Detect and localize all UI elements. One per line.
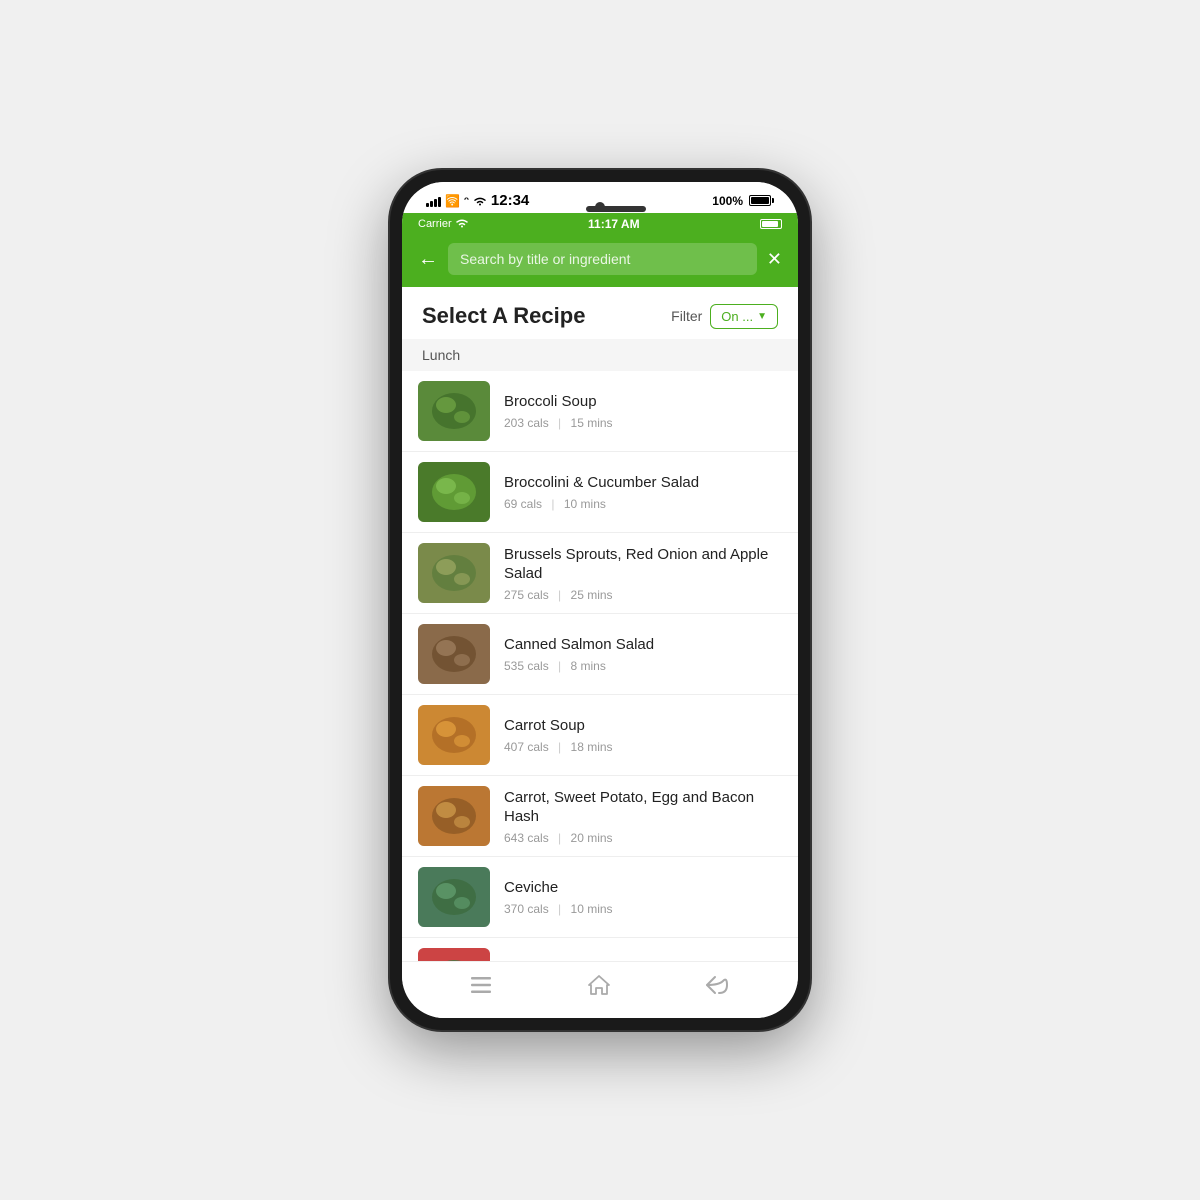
recipe-thumbnail (418, 705, 490, 765)
list-item[interactable]: Canned Salmon Salad 535 cals | 8 mins (402, 614, 798, 695)
recipe-time: 15 mins (571, 416, 613, 430)
meta-separator: | (558, 416, 561, 430)
page-title: Select A Recipe (422, 303, 585, 329)
recipe-name: Carrot Soup (504, 716, 782, 736)
recipe-meta: 370 cals | 10 mins (504, 902, 782, 916)
recipe-time: 18 mins (571, 740, 613, 754)
carrier-status-bar: Carrier 11:17 AM (402, 213, 798, 235)
green-battery-icon (760, 219, 782, 229)
recipe-cals: 203 cals (504, 416, 549, 430)
meta-separator: | (558, 588, 561, 602)
clear-search-button[interactable]: ✕ (767, 249, 782, 270)
recipe-meta: 407 cals | 18 mins (504, 740, 782, 754)
recipe-time: 20 mins (571, 831, 613, 845)
battery-percent: 100% (712, 194, 743, 208)
recipe-time: 10 mins (564, 497, 606, 511)
recipe-list: Broccoli Soup 203 cals | 15 mins Broccol… (402, 371, 798, 961)
recipe-name: Ceviche (504, 878, 782, 898)
carrier-battery (760, 219, 782, 229)
filter-value: On ... (721, 309, 753, 324)
bottom-nav (402, 961, 798, 1018)
recipe-cals: 69 cals (504, 497, 542, 511)
filter-area: Filter On ... ▼ (671, 304, 778, 329)
list-item[interactable]: Carrot Soup 407 cals | 18 mins (402, 695, 798, 776)
recipe-time: 10 mins (571, 902, 613, 916)
meta-separator: | (558, 831, 561, 845)
status-left: 🛜 ᵔ 12:34 (426, 192, 529, 209)
list-item[interactable]: Broccolini & Cucumber Salad 69 cals | 10… (402, 452, 798, 533)
recipe-info: Broccolini & Cucumber Salad 69 cals | 10… (504, 473, 782, 511)
battery-icon (749, 195, 774, 206)
recipe-thumbnail (418, 543, 490, 603)
recipe-thumbnail (418, 381, 490, 441)
recipe-time: 8 mins (571, 659, 606, 673)
wifi-icon: 🛜 (445, 194, 460, 208)
phone-screen: 🛜 ᵔ 12:34 100% (402, 182, 798, 1018)
filter-button[interactable]: On ... ▼ (710, 304, 778, 329)
menu-nav-icon[interactable] (469, 975, 493, 1001)
carrier-time: 11:17 AM (588, 217, 640, 231)
recipe-cals: 643 cals (504, 831, 549, 845)
recipe-info: Carrot, Sweet Potato, Egg and Bacon Hash… (504, 788, 782, 845)
chevron-down-icon: ▼ (757, 311, 767, 322)
wifi-icon-svg (473, 195, 487, 207)
recipe-name: Broccolini & Cucumber Salad (504, 473, 782, 493)
signal-bars-icon (426, 195, 441, 207)
carrier-left: Carrier (418, 218, 468, 230)
recipe-meta: 643 cals | 20 mins (504, 831, 782, 845)
recipe-header: Select A Recipe Filter On ... ▼ (402, 287, 798, 339)
recipe-meta: 275 cals | 25 mins (504, 588, 782, 602)
recipe-thumbnail (418, 624, 490, 684)
recipe-cals: 370 cals (504, 902, 549, 916)
recipe-name: Brussels Sprouts, Red Onion and Apple Sa… (504, 545, 782, 584)
phone-device: 🛜 ᵔ 12:34 100% (390, 170, 810, 1030)
recipe-info: Carrot Soup 407 cals | 18 mins (504, 716, 782, 754)
recipe-info: Canned Salmon Salad 535 cals | 8 mins (504, 635, 782, 673)
search-bar: ← ✕ (402, 235, 798, 287)
recipe-time: 25 mins (571, 588, 613, 602)
meta-separator: | (558, 740, 561, 754)
section-label: Lunch (422, 347, 460, 363)
recipe-cals: 275 cals (504, 588, 549, 602)
meta-separator: | (558, 659, 561, 673)
recipe-cals: 535 cals (504, 659, 549, 673)
recipe-thumbnail (418, 867, 490, 927)
recipe-meta: 203 cals | 15 mins (504, 416, 782, 430)
recipe-thumbnail (418, 786, 490, 846)
status-right: 100% (712, 194, 774, 208)
filter-label: Filter (671, 308, 702, 324)
list-item[interactable]: Broccoli Soup 203 cals | 15 mins (402, 371, 798, 452)
recipe-cals: 407 cals (504, 740, 549, 754)
carrier-wifi-icon (456, 219, 468, 229)
recipe-thumbnail (418, 462, 490, 522)
carrier-name: Carrier (418, 218, 452, 230)
recipe-name: Carrot, Sweet Potato, Egg and Bacon Hash (504, 788, 782, 827)
system-time: 12:34 (491, 192, 529, 209)
recipe-info: Broccoli Soup 203 cals | 15 mins (504, 392, 782, 430)
content-area: Select A Recipe Filter On ... ▼ Lunch (402, 287, 798, 961)
recipe-info: Brussels Sprouts, Red Onion and Apple Sa… (504, 545, 782, 602)
list-item[interactable]: Carrot, Sweet Potato, Egg and Bacon Hash… (402, 776, 798, 857)
recipe-name: Canned Salmon Salad (504, 635, 782, 655)
back-nav-icon[interactable] (705, 975, 731, 1001)
home-nav-icon[interactable] (587, 974, 611, 1002)
recipe-meta: 535 cals | 8 mins (504, 659, 782, 673)
recipe-name: Broccoli Soup (504, 392, 782, 412)
recipe-thumbnail (418, 948, 490, 961)
list-item[interactable]: Ceviche 370 cals | 10 mins (402, 857, 798, 938)
recipe-meta: 69 cals | 10 mins (504, 497, 782, 511)
list-item[interactable]: Brussels Sprouts, Red Onion and Apple Sa… (402, 533, 798, 614)
meta-separator: | (551, 497, 554, 511)
recipe-info: Ceviche 370 cals | 10 mins (504, 878, 782, 916)
meta-separator: | (558, 902, 561, 916)
wifi-symbol: ᵔ (464, 194, 469, 208)
speaker-bar (586, 206, 646, 212)
section-header: Lunch (402, 339, 798, 371)
list-item[interactable]: Chef Salad 487 cals | 5 mins (402, 938, 798, 961)
back-button[interactable]: ← (418, 248, 438, 271)
search-input[interactable] (448, 243, 757, 275)
